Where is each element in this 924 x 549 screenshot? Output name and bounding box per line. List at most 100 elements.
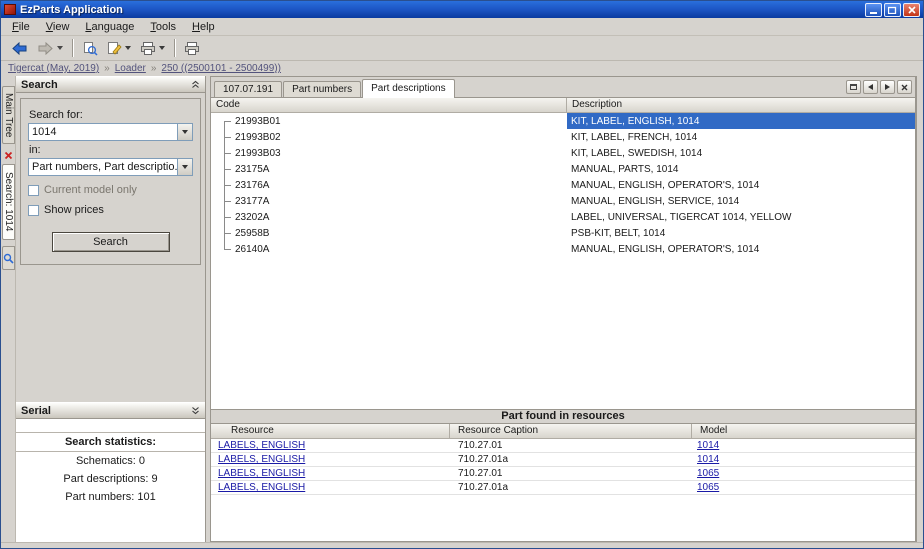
back-button[interactable]: [7, 38, 32, 59]
part-code: 21993B03: [232, 148, 281, 159]
search-button[interactable]: Search: [52, 232, 170, 252]
show-prices-checkbox[interactable]: [28, 205, 39, 216]
resources-table-body: LABELS, ENGLISH 710.27.01 1014 LABELS, ENGL…: [211, 439, 915, 495]
expand-panel-icon[interactable]: [191, 406, 200, 415]
model-link[interactable]: 1014: [697, 454, 719, 465]
tab-part-descriptions[interactable]: Part descriptions: [362, 79, 454, 98]
part-code: 23175A: [232, 164, 269, 175]
scroll-tabs-right-button[interactable]: [880, 80, 895, 94]
part-code-cell: 25958B: [211, 225, 567, 241]
breadcrumb-link[interactable]: Tigercat (May, 2019): [8, 63, 99, 74]
page-setup-button[interactable]: [103, 38, 135, 59]
tree-branch-icon: [218, 145, 232, 161]
combo-dropdown-icon[interactable]: [177, 124, 192, 140]
breadcrumb-link[interactable]: 250 ((2500101 - 2500499)): [161, 63, 281, 74]
resource-link[interactable]: LABELS, ENGLISH: [218, 454, 305, 465]
resource-caption: 710.27.01: [450, 468, 692, 479]
part-code: 23176A: [232, 180, 269, 191]
part-code-cell: 23176A: [211, 177, 567, 193]
menu-item-help[interactable]: Help: [184, 19, 223, 35]
tab-107-07-191[interactable]: 107.07.191: [214, 81, 282, 97]
stat-item: Schematics: 0: [16, 452, 205, 470]
resource-cell: LABELS, ENGLISH: [211, 440, 450, 451]
part-code-cell: 21993B01: [211, 113, 567, 129]
print-preview-icon: [83, 41, 98, 56]
resource-link[interactable]: LABELS, ENGLISH: [218, 440, 305, 451]
resource-link[interactable]: LABELS, ENGLISH: [218, 482, 305, 493]
print-button[interactable]: [136, 38, 169, 59]
close-button[interactable]: [903, 3, 920, 17]
resource-caption: 710.27.01a: [450, 482, 692, 493]
column-header-resource-caption[interactable]: Resource Caption: [450, 424, 692, 438]
toolbar-separator: [72, 39, 73, 57]
menu-item-language[interactable]: Language: [77, 19, 142, 35]
search-for-combobox[interactable]: 1014: [28, 123, 193, 141]
column-header-code[interactable]: Code: [211, 98, 567, 112]
model-cell: 1014: [692, 454, 915, 465]
forward-arrow-icon: [37, 42, 54, 55]
detach-tab-button[interactable]: [846, 80, 861, 94]
part-row[interactable]: 21993B03 KIT, LABEL, SWEDISH, 1014: [211, 145, 915, 161]
search-in-combobox[interactable]: Part numbers, Part descriptio...: [28, 158, 193, 176]
content-area: 107.07.191Part numbersPart descriptions …: [210, 76, 916, 542]
menu-item-file[interactable]: File: [4, 19, 38, 35]
part-row[interactable]: 23176AMANUAL, ENGLISH, OPERATOR'S, 1014: [211, 177, 915, 193]
part-description: MANUAL, ENGLISH, OPERATOR'S, 1014: [567, 241, 915, 257]
serial-panel-title: Serial: [21, 405, 51, 417]
part-row[interactable]: 23202ALABEL, UNIVERSAL, TIGERCAT 1014, Y…: [211, 209, 915, 225]
model-link[interactable]: 1065: [697, 468, 719, 479]
side-tab-main-tree-label: Main Tree: [3, 93, 14, 137]
current-model-checkbox[interactable]: [28, 185, 39, 196]
print-preview-button[interactable]: [78, 38, 102, 59]
maximize-button[interactable]: [884, 3, 901, 17]
side-tab-main-tree[interactable]: Main Tree: [2, 86, 15, 144]
minimize-button[interactable]: [865, 3, 882, 17]
breadcrumb-link[interactable]: Loader: [115, 63, 146, 74]
search-for-label: Search for:: [29, 109, 193, 121]
part-row[interactable]: 21993B02KIT, LABEL, FRENCH, 1014: [211, 129, 915, 145]
side-tab-search[interactable]: Search: 1014: [2, 164, 15, 240]
model-link[interactable]: 1065: [697, 482, 719, 493]
menu-item-view[interactable]: View: [38, 19, 78, 35]
tab-part-numbers[interactable]: Part numbers: [283, 81, 361, 97]
right-frame: [916, 76, 923, 542]
part-row[interactable]: 23177AMANUAL, ENGLISH, SERVICE, 1014: [211, 193, 915, 209]
forward-button[interactable]: [33, 38, 67, 59]
part-row[interactable]: 23175AMANUAL, PARTS, 1014: [211, 161, 915, 177]
model-link[interactable]: 1014: [697, 440, 719, 451]
quick-print-button[interactable]: [180, 38, 204, 59]
resource-row: LABELS, ENGLISH 710.27.01a 1065: [211, 481, 915, 495]
menu-bar: FileViewLanguageToolsHelp: [1, 18, 923, 36]
side-tab-magnifier[interactable]: [2, 246, 15, 270]
part-row[interactable]: 26140AMANUAL, ENGLISH, OPERATOR'S, 1014: [211, 241, 915, 257]
part-row[interactable]: 25958B PSB-KIT, BELT, 1014: [211, 225, 915, 241]
dropdown-caret-icon: [159, 46, 165, 50]
resource-cell: LABELS, ENGLISH: [211, 454, 450, 465]
part-code: 25958B: [232, 228, 269, 239]
resources-table-header: Resource Resource Caption Model: [211, 424, 915, 439]
part-description: PSB-KIT, BELT, 1014: [567, 225, 915, 241]
menu-item-tools[interactable]: Tools: [142, 19, 184, 35]
column-header-model[interactable]: Model: [692, 424, 915, 438]
part-code-cell: 26140A: [211, 241, 567, 257]
parts-table-header: Code Description: [211, 98, 915, 113]
side-tab-strip: Main Tree Search: 1014: [1, 76, 16, 542]
part-row[interactable]: 21993B01KIT, LABEL, ENGLISH, 1014: [211, 113, 915, 129]
close-search-tab-icon[interactable]: [3, 150, 14, 161]
side-tab-search-label: Search: 1014: [3, 172, 14, 232]
part-description: KIT, LABEL, SWEDISH, 1014: [567, 145, 915, 161]
resource-link[interactable]: LABELS, ENGLISH: [218, 468, 305, 479]
scroll-tabs-left-button[interactable]: [863, 80, 878, 94]
column-header-resource[interactable]: Resource: [211, 424, 450, 438]
back-arrow-icon: [11, 42, 28, 55]
magnifier-icon: [3, 253, 14, 264]
column-header-description[interactable]: Description: [567, 98, 915, 112]
parts-table: Code Description 21993B01KIT, LABEL, ENG…: [211, 98, 915, 409]
toolbar: [1, 36, 923, 61]
main-area: Main Tree Search: 1014 Search Search for…: [1, 76, 923, 542]
collapse-panel-icon[interactable]: [191, 80, 200, 89]
combo-dropdown-icon[interactable]: [177, 159, 192, 175]
close-tab-button[interactable]: [897, 80, 912, 94]
search-in-value: Part numbers, Part descriptio...: [29, 161, 177, 173]
part-code: 21993B01: [232, 116, 281, 127]
